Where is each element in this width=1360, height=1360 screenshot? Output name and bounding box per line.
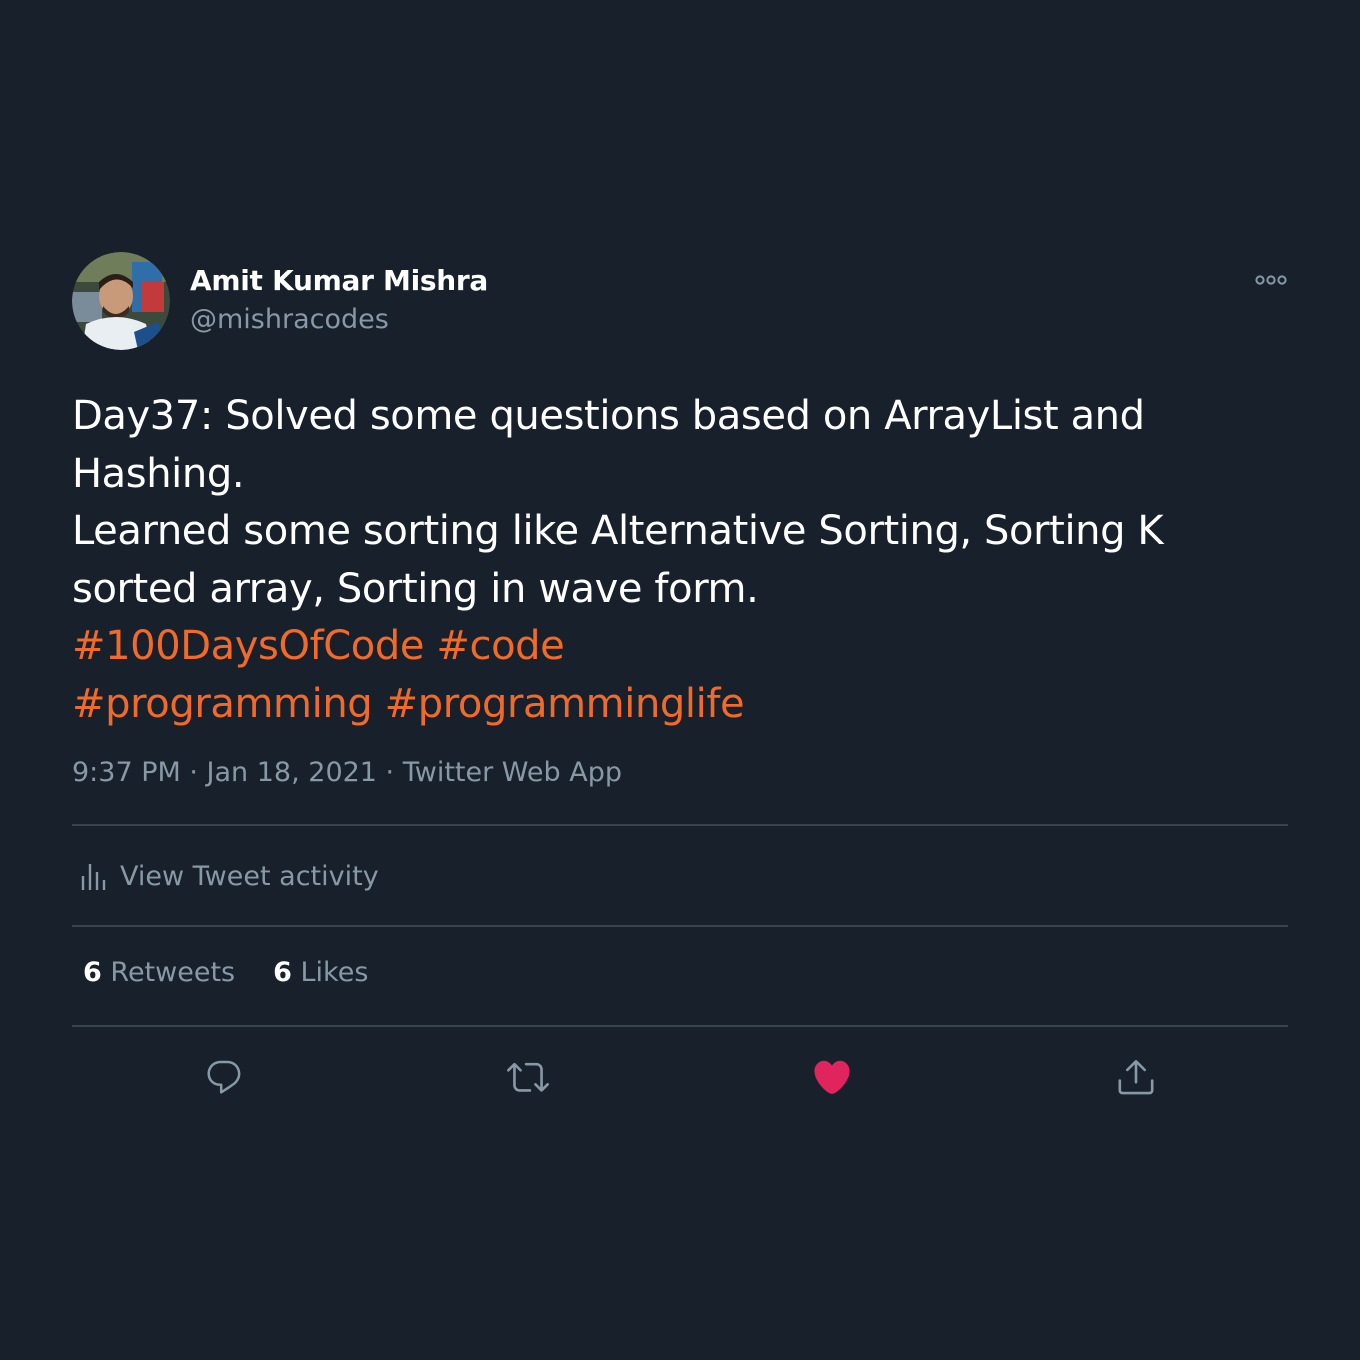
tweet-meta[interactable]: 9:37 PM · Jan 18, 2021 · Twitter Web App	[72, 757, 622, 788]
tweet-header: Amit Kumar Mishra @mishracodes	[72, 252, 1288, 352]
tweet-stats: 6 Retweets 6 Likes	[83, 957, 368, 988]
hashtag-line: #programming #programminglife	[72, 676, 1252, 734]
reply-button[interactable]	[199, 1052, 249, 1102]
reply-icon	[207, 1060, 241, 1094]
hashtag-100daysofcode[interactable]: #100DaysOfCode	[72, 623, 424, 669]
share-icon	[1118, 1059, 1154, 1095]
retweets-label: Retweets	[110, 957, 236, 988]
hashtag-line: #100DaysOfCode #code	[72, 618, 1252, 676]
divider	[72, 1025, 1288, 1027]
avatar-photo	[72, 252, 170, 350]
hashtag-code[interactable]: #code	[436, 623, 564, 669]
like-button[interactable]	[807, 1052, 857, 1102]
share-button[interactable]	[1111, 1052, 1161, 1102]
divider	[72, 925, 1288, 927]
tweet-text-line: Hashing.	[72, 450, 245, 497]
tweet-text-line: Learned some sorting like Alternative So…	[72, 508, 1164, 554]
more-icon	[1255, 275, 1287, 285]
tweet-actions	[72, 1052, 1288, 1102]
likes-label: Likes	[300, 957, 369, 988]
retweet-icon	[507, 1062, 549, 1092]
more-options-button[interactable]	[1254, 266, 1288, 294]
tweet-text-line: Day37: Solved some questions based on Ar…	[72, 393, 1145, 439]
hashtag-programminglife[interactable]: #programminglife	[385, 681, 745, 727]
author-name[interactable]: Amit Kumar Mishra	[190, 264, 488, 297]
like-icon	[814, 1060, 850, 1094]
view-tweet-activity-label: View Tweet activity	[120, 860, 379, 892]
tweet-card: Amit Kumar Mishra @mishracodes Day37: So…	[72, 252, 1288, 1095]
view-tweet-activity-link[interactable]: View Tweet activity	[80, 856, 379, 896]
tweet-text-line: sorted array, Sorting in wave form.	[72, 565, 759, 612]
avatar[interactable]	[72, 252, 170, 350]
analytics-icon	[81, 864, 106, 890]
author-handle[interactable]: @mishracodes	[190, 304, 389, 335]
retweet-button[interactable]	[503, 1052, 553, 1102]
likes-count: 6	[273, 957, 292, 988]
likes-stat[interactable]: 6 Likes	[273, 957, 368, 988]
retweets-stat[interactable]: 6 Retweets	[83, 957, 235, 988]
divider	[72, 824, 1288, 826]
tweet-text: Day37: Solved some questions based on Ar…	[72, 388, 1252, 733]
retweets-count: 6	[83, 957, 102, 988]
hashtag-programming[interactable]: #programming	[72, 681, 373, 727]
